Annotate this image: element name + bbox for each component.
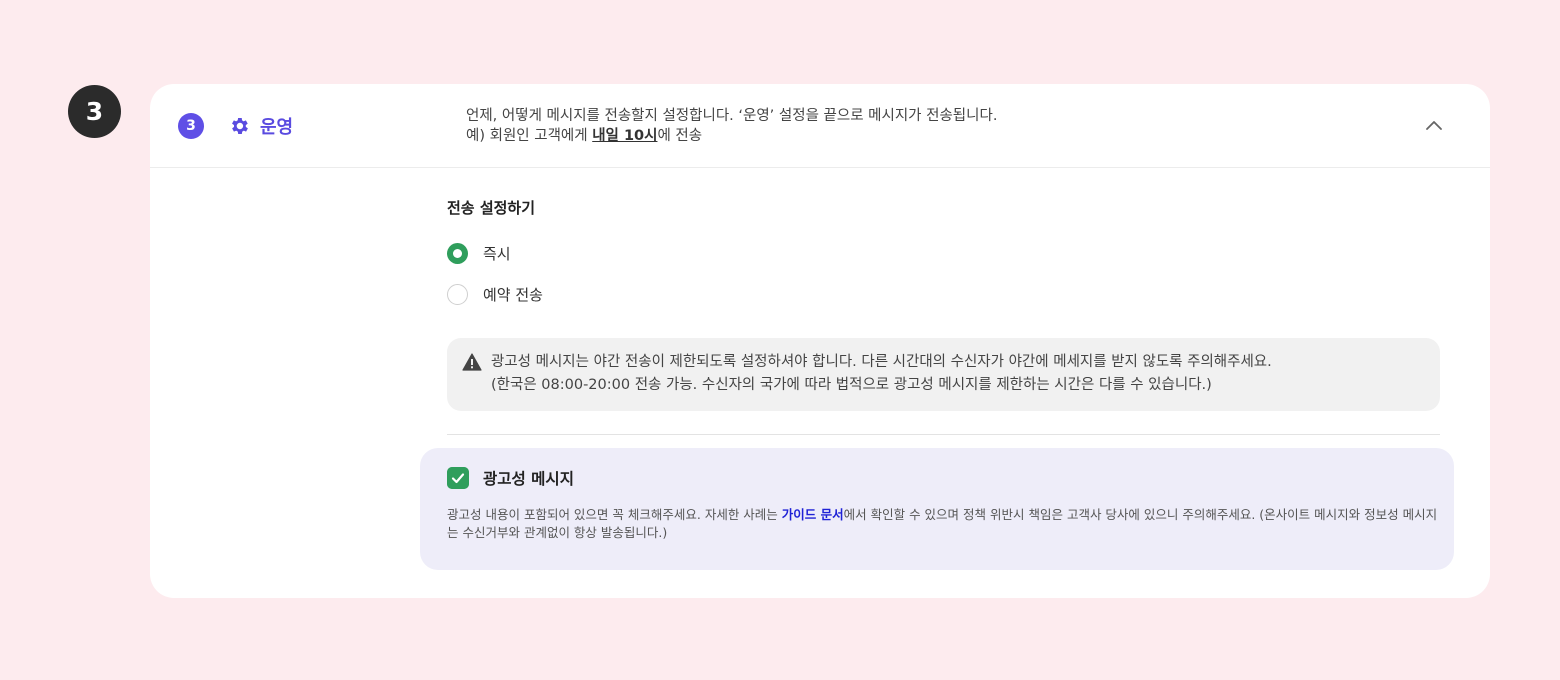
warning-icon	[462, 353, 482, 371]
ad-message-description: 광고성 내용이 포함되어 있으면 꼭 체크해주세요. 자세한 사례는 가이드 문…	[447, 506, 1442, 542]
radio-button-selected[interactable]	[447, 242, 468, 264]
ad-desc-prefix: 광고성 내용이 포함되어 있으면 꼭 체크해주세요. 자세한 사례는	[447, 507, 782, 522]
radio-button[interactable]	[447, 283, 468, 305]
step-marker-number: 3	[85, 97, 104, 126]
divider	[447, 434, 1440, 435]
description-line-1: 언제, 어떻게 메시지를 전송할지 설정합니다. ‘운영’ 설정을 끝으로 메시…	[466, 108, 998, 124]
radio-option-immediate[interactable]: 즉시	[447, 241, 511, 265]
description-emphasis: 내일 10시	[592, 128, 658, 144]
step-marker: 3	[68, 85, 121, 138]
gear-icon	[232, 118, 248, 134]
radio-label: 예약 전송	[483, 285, 543, 304]
notice-text: 광고성 메시지는 야간 전송이 제한되도록 설정하셔야 합니다. 다른 시간대의…	[491, 351, 1272, 397]
chevron-up-icon[interactable]	[1422, 114, 1446, 138]
section-number-badge: 3	[178, 113, 204, 139]
radio-option-scheduled[interactable]: 예약 전송	[447, 282, 543, 306]
section-number: 3	[186, 118, 196, 134]
section-description: 언제, 어떻게 메시지를 전송할지 설정합니다. ‘운영’ 설정을 끝으로 메시…	[466, 106, 997, 146]
ad-message-checkbox[interactable]	[447, 467, 469, 489]
notice-line-1: 광고성 메시지는 야간 전송이 제한되도록 설정하셔야 합니다. 다른 시간대의…	[491, 354, 1272, 370]
operation-section-card: 3 운영 언제, 어떻게 메시지를 전송할지 설정합니다. ‘운영’ 설정을 끝…	[150, 84, 1490, 598]
ad-message-title: 광고성 메시지	[483, 470, 574, 488]
section-header[interactable]: 3 운영 언제, 어떻게 메시지를 전송할지 설정합니다. ‘운영’ 설정을 끝…	[150, 84, 1490, 168]
description-line-2-prefix: 예) 회원인 고객에게	[466, 128, 593, 144]
radio-label: 즉시	[483, 244, 511, 263]
description-line-2-suffix: 에 전송	[657, 128, 703, 144]
section-title: 운영	[260, 117, 294, 138]
guide-document-link[interactable]: 가이드 문서	[782, 507, 844, 522]
notice-line-2: (한국은 08:00-20:00 전송 가능. 수신자의 국가에 따라 법적으로…	[491, 377, 1212, 393]
night-send-notice: 광고성 메시지는 야간 전송이 제한되도록 설정하셔야 합니다. 다른 시간대의…	[447, 338, 1440, 411]
ad-message-box: 광고성 메시지 광고성 내용이 포함되어 있으면 꼭 체크해주세요. 자세한 사…	[420, 448, 1454, 570]
send-settings-title: 전송 설정하기	[447, 199, 536, 217]
description-line-2: 예) 회원인 고객에게 내일 10시에 전송	[466, 126, 997, 146]
